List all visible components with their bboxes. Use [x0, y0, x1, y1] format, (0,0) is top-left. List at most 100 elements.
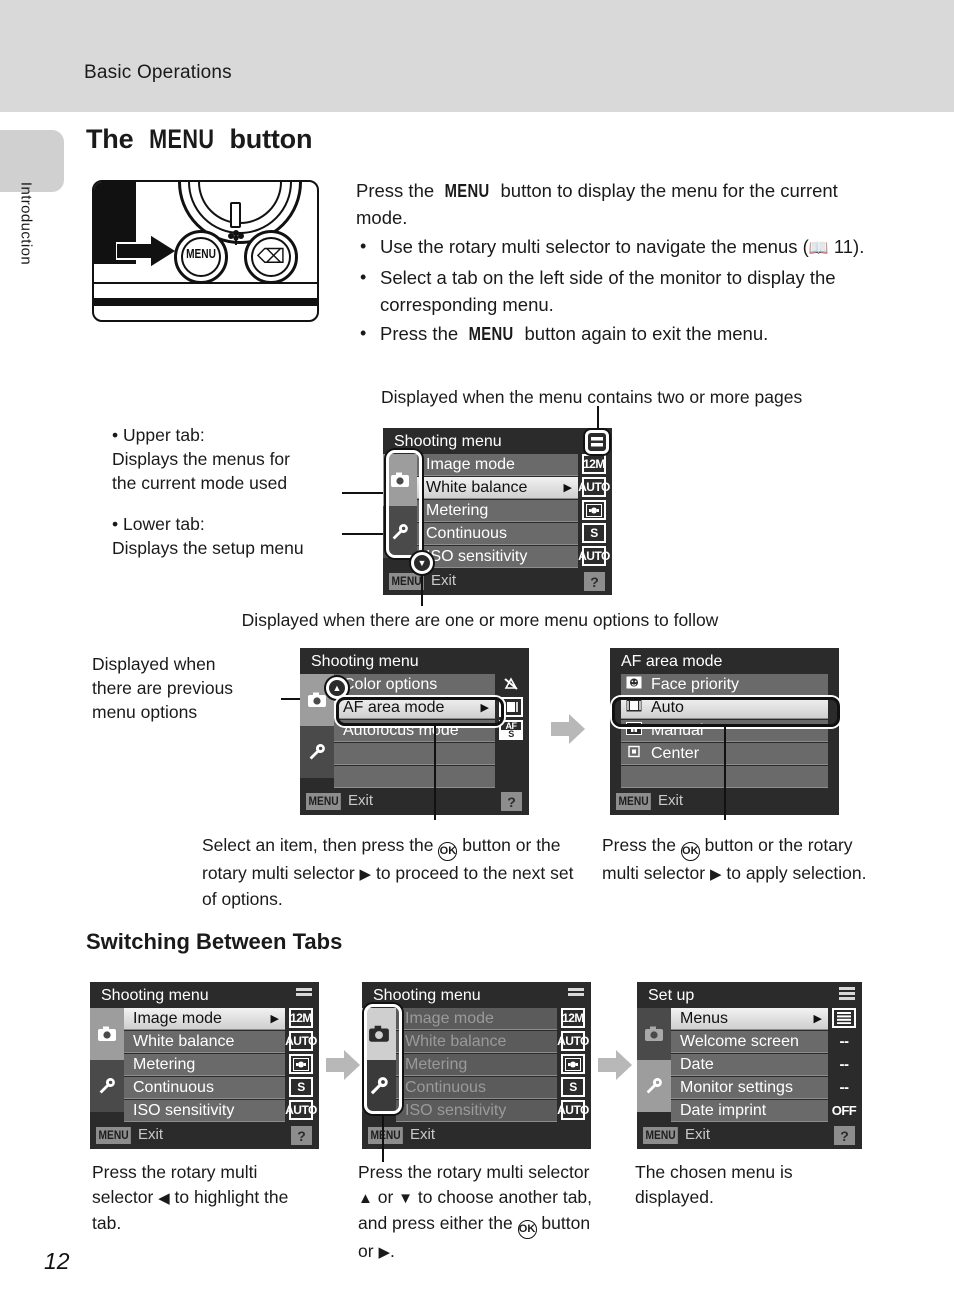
help-icon[interactable]: ?	[834, 1126, 855, 1145]
annotation-upper-tab: • Upper tab: Displays the menus for the …	[112, 425, 290, 493]
menu-row-welcome-screen[interactable]: Welcome screen	[671, 1031, 828, 1053]
menu-row-date-imprint[interactable]: Date imprint	[671, 1100, 828, 1122]
tab-shooting[interactable]	[90, 1008, 124, 1060]
menu-row-monitor-settings[interactable]: Monitor settings	[671, 1077, 828, 1099]
menu-row-white-balance[interactable]: White balance	[396, 1031, 557, 1053]
menu-row-image-mode[interactable]: Image mode ▶	[124, 1008, 285, 1030]
callout-scroll-up-indicator: ▲	[326, 677, 348, 699]
menu-chip: MENU	[616, 793, 652, 810]
menu-row-metering[interactable]: Metering	[396, 1054, 557, 1076]
menu-row-empty	[334, 743, 495, 765]
tab-shooting[interactable]	[637, 1008, 671, 1060]
tab-shooting[interactable]	[383, 454, 417, 506]
wrench-icon	[370, 1077, 388, 1095]
tab-setup[interactable]	[300, 726, 334, 778]
menu-row-label: Metering	[133, 1055, 196, 1073]
menu-row-label: White balance	[426, 478, 528, 496]
menu-row-metering[interactable]: Metering	[124, 1054, 285, 1076]
color-off-icon	[499, 674, 523, 694]
menu-row-menus[interactable]: Menus ▶	[671, 1008, 828, 1030]
camera-body-base	[94, 298, 317, 306]
flow-arrow-icon	[326, 1050, 360, 1080]
menu-row-iso-sensitivity[interactable]: ISO sensitivity	[417, 546, 578, 568]
leader-line-more-options	[421, 574, 423, 606]
annotation-more-options: Displayed when there are one or more men…	[241, 610, 719, 630]
menu-row-color-options[interactable]: Color options	[334, 674, 495, 696]
bullet-dot: •	[360, 267, 367, 287]
date-imprint-value: OFF	[831, 1102, 857, 1118]
screen-title: Shooting menu	[101, 987, 209, 1004]
menu-row-iso-sensitivity[interactable]: ISO sensitivity	[124, 1100, 285, 1122]
camera-icon	[391, 472, 409, 487]
exit-label: Exit	[658, 792, 684, 809]
camera-icon	[308, 692, 326, 707]
menu-row-label: Image mode	[405, 1009, 494, 1027]
metering-icon	[561, 1054, 585, 1074]
menu-row-continuous[interactable]: Continuous	[124, 1077, 285, 1099]
menu-row-continuous[interactable]: Continuous	[417, 523, 578, 545]
monitor-settings-value: --	[839, 1078, 850, 1096]
chevron-right-icon: ▶	[563, 482, 572, 494]
page-title-post: button	[222, 124, 313, 154]
continuous-value-icon: S	[582, 523, 606, 543]
tab-setup[interactable]	[362, 1060, 396, 1112]
menu-row-label: Metering	[405, 1055, 468, 1073]
menu-row-image-mode[interactable]: Image mode	[396, 1008, 557, 1030]
tab-setup[interactable]	[90, 1060, 124, 1112]
menu-row-white-balance[interactable]: White balance	[124, 1031, 285, 1053]
option-row-auto[interactable]: Auto	[621, 697, 828, 719]
menu-wordmark: MENU	[148, 124, 215, 154]
wrench-icon	[309, 743, 325, 760]
leader-line-af-area-mode	[434, 726, 436, 820]
page-header-band	[0, 0, 954, 112]
page-indicator-icon	[839, 987, 855, 1000]
menu-row-metering[interactable]: Metering	[417, 500, 578, 522]
metering-icon	[582, 500, 606, 520]
chevron-right-icon: ▶	[480, 702, 489, 714]
option-row-label: Center	[651, 744, 700, 762]
menu-row-af-area-mode[interactable]: AF area mode ▶	[334, 697, 495, 719]
help-icon[interactable]: ?	[291, 1126, 312, 1145]
option-row-label: Face priority	[651, 675, 740, 693]
menu-wordmark-inline: MENU	[444, 180, 490, 201]
date-value: --	[839, 1055, 850, 1073]
callout-page-indicator	[585, 430, 609, 454]
menu-row-autofocus-mode[interactable]: Autofocus mode	[334, 720, 495, 742]
flow-arrow-icon	[551, 714, 585, 744]
menu-chip: MENU	[306, 793, 342, 810]
tab-setup[interactable]	[637, 1060, 671, 1112]
menu-row-label: ISO sensitivity	[426, 547, 528, 565]
metering-icon	[289, 1054, 313, 1074]
continuous-value-icon: S	[561, 1077, 585, 1097]
callout-scroll-down-indicator: ▼	[411, 552, 433, 574]
menu-row-label: ISO sensitivity	[133, 1101, 235, 1119]
tab-setup[interactable]	[383, 506, 417, 558]
help-icon[interactable]: ?	[501, 792, 522, 811]
menu-row-label: Autofocus mode	[343, 721, 459, 739]
help-icon[interactable]: ?	[584, 572, 605, 591]
option-row-face-priority[interactable]: Face priority	[621, 674, 828, 696]
tab-shooting[interactable]	[362, 1008, 396, 1060]
menu-row-label: White balance	[405, 1032, 507, 1050]
menus-icon	[832, 1008, 856, 1028]
menu-row-iso-sensitivity[interactable]: ISO sensitivity	[396, 1100, 557, 1122]
menu-row-image-mode[interactable]: Image mode	[417, 454, 578, 476]
menu-row-label: Image mode	[133, 1009, 222, 1027]
menu-chip: MENU	[389, 573, 425, 590]
bullet-item-navigate: • Use the rotary multi selector to navig…	[356, 233, 878, 262]
welcome-screen-value: --	[839, 1032, 850, 1050]
menu-row-label: Metering	[426, 501, 489, 519]
menu-row-white-balance[interactable]: White balance ▶	[417, 477, 578, 499]
right-arrow-icon: ▶	[378, 1244, 390, 1261]
image-mode-value-icon: 12M	[582, 454, 606, 474]
section-edge-label: Introduction	[17, 181, 35, 266]
menu-row-date[interactable]: Date	[671, 1054, 828, 1076]
dial-index-stem	[230, 202, 241, 228]
af-area-icon	[499, 697, 523, 717]
camera-icon	[645, 1026, 663, 1041]
menu-row-label: Image mode	[426, 455, 515, 473]
face-icon	[621, 676, 647, 693]
menu-row-continuous[interactable]: Continuous	[396, 1077, 557, 1099]
book-icon: 📖	[808, 240, 829, 257]
screen-title: AF area mode	[621, 653, 723, 670]
